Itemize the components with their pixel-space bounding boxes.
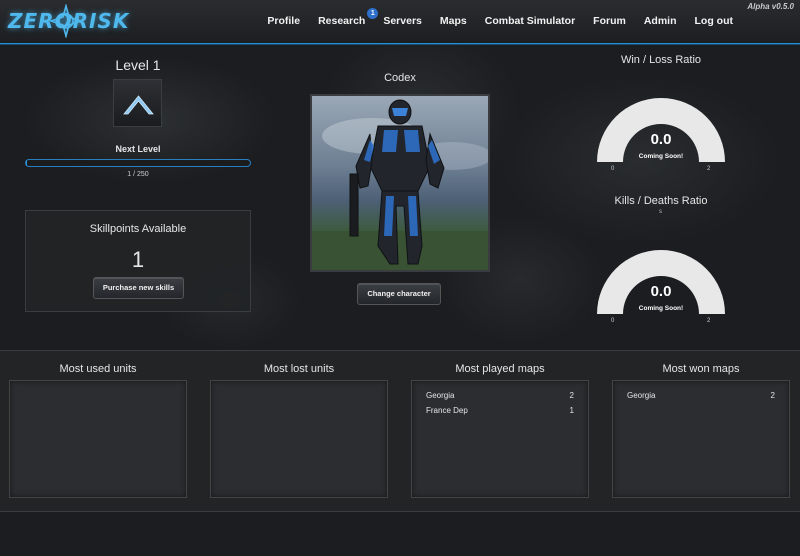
win-loss-value: 0.0 <box>650 131 672 148</box>
logo-text: ZERORISK <box>8 9 130 33</box>
list-item: France Dep 1 <box>426 406 574 415</box>
map-count: 2 <box>569 391 574 400</box>
most-won-maps-title: Most won maps <box>662 363 740 375</box>
level-title: Level 1 <box>115 57 161 73</box>
win-loss-max: 2 <box>707 166 711 172</box>
win-loss-title: Win / Loss Ratio <box>620 54 702 66</box>
map-count: 1 <box>569 406 574 415</box>
chevron-rank-icon <box>123 95 154 115</box>
rank-insignia <box>113 79 162 127</box>
purchase-skills-button[interactable]: Purchase new skills <box>93 277 184 299</box>
xp-progress-text: 1 / 250 <box>127 171 149 178</box>
most-used-units-list <box>9 380 187 498</box>
list-item: Georgia 2 <box>627 391 775 400</box>
map-name: France Dep <box>426 406 468 415</box>
map-name: Georgia <box>627 391 656 400</box>
skillpoints-panel: Skillpoints Available 1 Purchase new ski… <box>25 210 251 312</box>
kill-death-min: 0 <box>611 318 615 324</box>
nav-forum[interactable]: Forum <box>584 15 635 27</box>
nav-maps[interactable]: Maps <box>431 15 476 27</box>
top-navigation-bar: ZERORISK Profile Research 1 Servers Maps … <box>0 0 800 44</box>
nav-admin[interactable]: Admin <box>635 15 686 27</box>
kill-death-small-text: s <box>659 209 662 215</box>
nav-servers[interactable]: Servers <box>374 15 431 27</box>
nav-research-label: Research <box>318 15 366 27</box>
kill-death-status: Coming Soon! <box>638 305 684 312</box>
xp-progress-bar <box>25 159 251 167</box>
nav-research[interactable]: Research 1 <box>309 8 379 27</box>
zerorisk-logo[interactable]: ZERORISK <box>8 4 134 38</box>
kill-death-max: 2 <box>707 318 711 324</box>
most-played-maps-list: Georgia 2 France Dep 1 <box>411 380 589 498</box>
list-item: Georgia 2 <box>426 391 574 400</box>
main-nav: Profile Research 1 Servers Maps Combat Si… <box>258 8 742 27</box>
most-lost-units-list <box>210 380 388 498</box>
kill-death-value: 0.0 <box>650 283 672 300</box>
character-portrait <box>310 94 490 272</box>
armored-soldier-image <box>312 99 488 270</box>
nav-combat-simulator[interactable]: Combat Simulator <box>476 15 584 27</box>
most-won-maps-list: Georgia 2 <box>612 380 790 498</box>
most-played-maps-title: Most played maps <box>455 363 545 375</box>
change-character-button[interactable]: Change character <box>357 283 441 305</box>
next-level-label: Next Level <box>115 144 161 154</box>
map-name: Georgia <box>426 391 455 400</box>
xp-progress-fill <box>26 160 27 166</box>
win-loss-min: 0 <box>611 166 615 172</box>
kill-death-title: Kills / Deaths Ratio <box>614 195 708 207</box>
win-loss-status: Coming Soon! <box>638 153 684 160</box>
statistics-section: Most used units Most lost units Most pla… <box>0 350 800 512</box>
version-label: Alpha v0.5.0 <box>747 2 794 11</box>
map-count: 2 <box>770 391 775 400</box>
skillpoints-count: 1 <box>131 247 145 272</box>
most-lost-units-title: Most lost units <box>263 363 335 375</box>
nav-profile[interactable]: Profile <box>258 15 309 27</box>
skillpoints-title: Skillpoints Available <box>89 223 187 235</box>
codex-title: Codex <box>384 72 416 84</box>
nav-log-out[interactable]: Log out <box>686 15 742 27</box>
most-used-units-title: Most used units <box>59 363 137 375</box>
